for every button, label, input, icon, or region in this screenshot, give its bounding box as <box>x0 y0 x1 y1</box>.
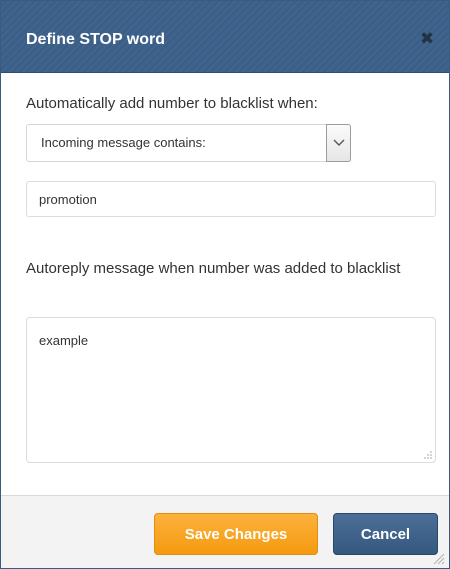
stop-word-input[interactable] <box>26 181 436 217</box>
autoreply-label: Autoreply message when number was added … <box>26 260 401 277</box>
define-stop-word-dialog: Define STOP word ✖ Automatically add num… <box>0 0 450 569</box>
resize-grip-icon[interactable] <box>422 449 432 459</box>
save-changes-button[interactable]: Save Changes <box>154 513 318 555</box>
dialog-body: Automatically add number to blacklist wh… <box>1 73 449 495</box>
condition-select-value: Incoming message contains: <box>41 135 206 150</box>
cancel-button[interactable]: Cancel <box>333 513 438 555</box>
dialog-footer: Save Changes Cancel <box>1 495 449 568</box>
autoreply-message-textarea[interactable]: example <box>26 317 436 463</box>
close-icon[interactable]: ✖ <box>418 30 436 48</box>
select-arrow-button[interactable] <box>326 124 351 162</box>
condition-select[interactable]: Incoming message contains: <box>26 124 351 162</box>
trigger-label: Automatically add number to blacklist wh… <box>26 95 318 112</box>
dialog-header: Define STOP word ✖ <box>1 1 449 73</box>
dialog-title: Define STOP word <box>26 31 165 48</box>
window-resize-grip-icon[interactable] <box>431 551 445 565</box>
chevron-down-icon <box>333 139 345 146</box>
